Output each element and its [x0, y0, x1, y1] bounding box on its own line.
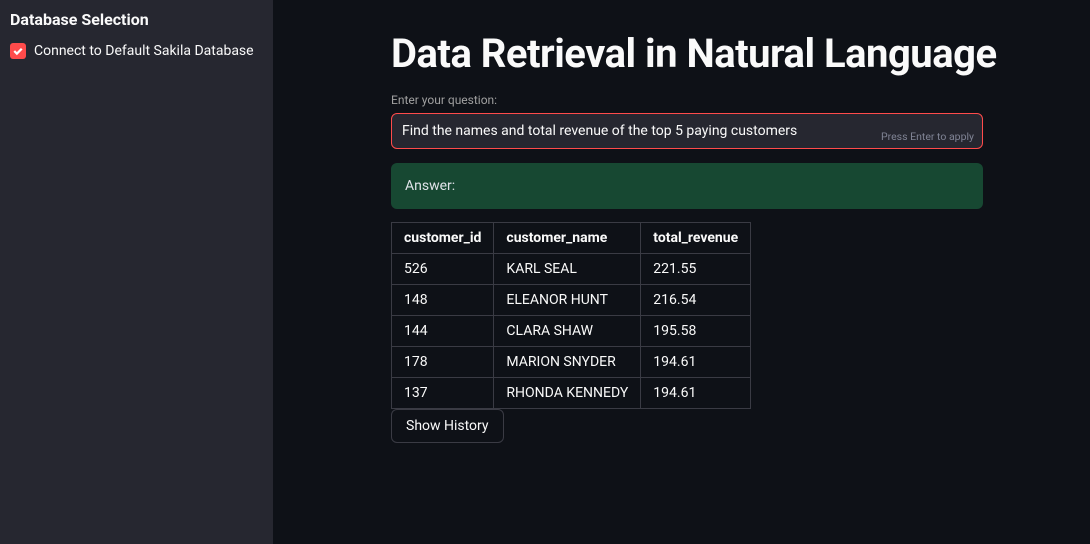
col-total-revenue: total_revenue [641, 223, 751, 254]
cell-customer-name: CLARA SHAW [494, 316, 641, 347]
table-row: 526KARL SEAL221.55 [392, 254, 751, 285]
cell-customer-id: 144 [392, 316, 494, 347]
results-table: customer_id customer_name total_revenue … [391, 222, 751, 409]
cell-customer-id: 148 [392, 285, 494, 316]
cell-total-revenue: 194.61 [641, 378, 751, 409]
page-title: Data Retrieval in Natural Language [391, 30, 1030, 77]
cell-total-revenue: 221.55 [641, 254, 751, 285]
table-header-row: customer_id customer_name total_revenue [392, 223, 751, 254]
cell-customer-id: 137 [392, 378, 494, 409]
input-hint: Press Enter to apply [881, 130, 974, 143]
cell-total-revenue: 194.61 [641, 347, 751, 378]
cell-customer-name: ELEANOR HUNT [494, 285, 641, 316]
main-content: Data Retrieval in Natural Language Enter… [273, 0, 1090, 544]
answer-label: Answer: [405, 178, 969, 194]
cell-customer-id: 178 [392, 347, 494, 378]
checkbox-label: Connect to Default Sakila Database [34, 43, 254, 59]
cell-customer-name: KARL SEAL [494, 254, 641, 285]
col-customer-id: customer_id [392, 223, 494, 254]
table-row: 144CLARA SHAW195.58 [392, 316, 751, 347]
answer-box: Answer: [391, 163, 983, 209]
cell-customer-id: 526 [392, 254, 494, 285]
question-input-label: Enter your question: [391, 93, 1030, 107]
table-row: 178MARION SNYDER194.61 [392, 347, 751, 378]
col-customer-name: customer_name [494, 223, 641, 254]
results-table-wrapper: customer_id customer_name total_revenue … [391, 222, 751, 443]
sidebar-title: Database Selection [10, 10, 263, 29]
connect-default-db-checkbox[interactable]: Connect to Default Sakila Database [10, 43, 263, 59]
cell-customer-name: MARION SNYDER [494, 347, 641, 378]
cell-total-revenue: 195.58 [641, 316, 751, 347]
cell-total-revenue: 216.54 [641, 285, 751, 316]
cell-customer-name: RHONDA KENNEDY [494, 378, 641, 409]
table-row: 137RHONDA KENNEDY194.61 [392, 378, 751, 409]
table-row: 148ELEANOR HUNT216.54 [392, 285, 751, 316]
sidebar: Database Selection Connect to Default Sa… [0, 0, 273, 544]
show-history-button[interactable]: Show History [391, 409, 504, 443]
question-input-wrapper: Press Enter to apply [391, 113, 983, 149]
checkbox-checked-icon [10, 43, 26, 59]
